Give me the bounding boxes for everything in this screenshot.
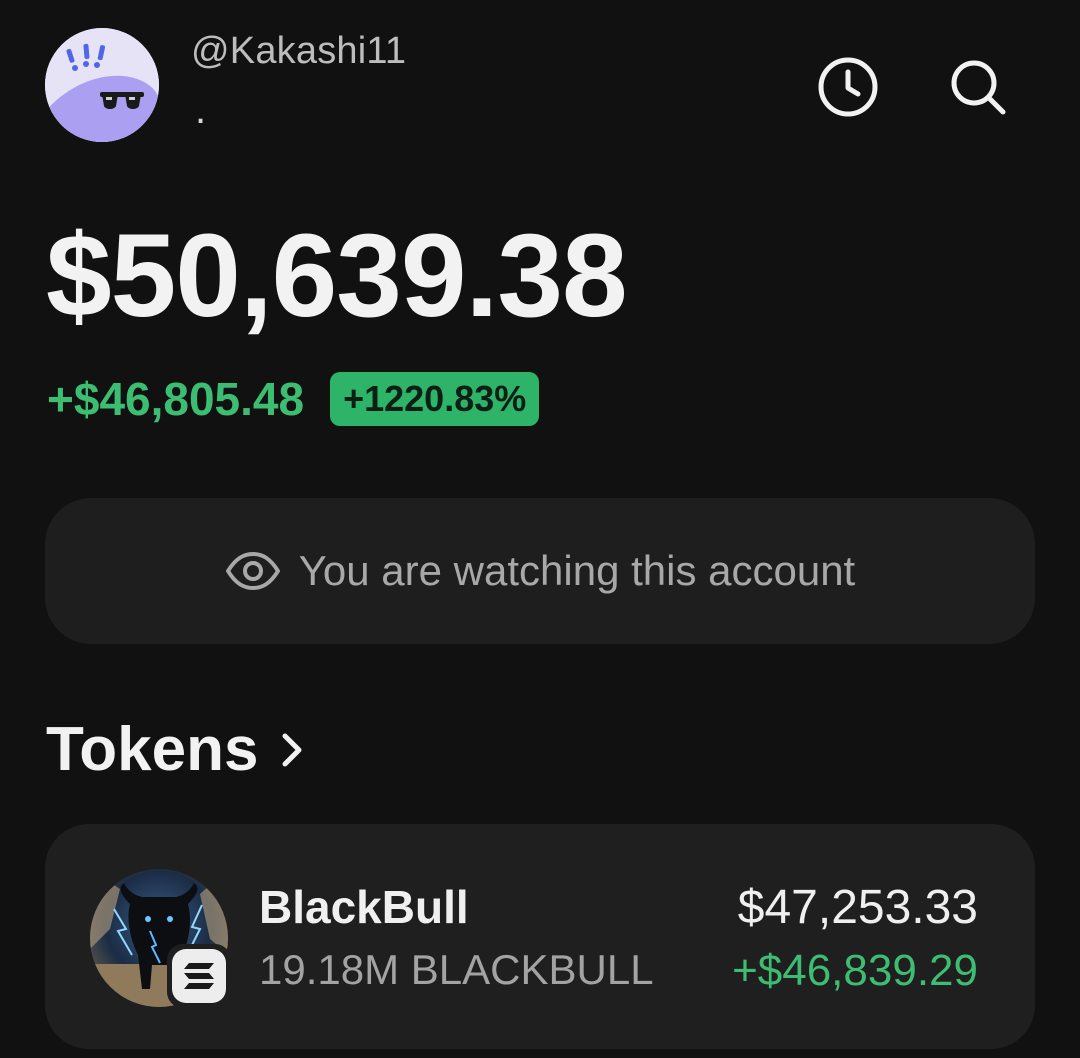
clock-icon [818, 57, 878, 117]
change-percent-badge: +1220.83% [330, 372, 540, 426]
token-value: $47,253.33 [737, 881, 978, 934]
solana-chain-badge [167, 944, 231, 1008]
change-amount: +$46,805.48 [47, 373, 305, 425]
tokens-section-title: Tokens [46, 715, 259, 784]
search-icon [951, 60, 1006, 115]
watching-account-text: You are watching this account [298, 547, 856, 594]
token-pnl: +$46,839.29 [732, 946, 978, 995]
solana-icon [184, 963, 214, 989]
account-avatar[interactable] [45, 28, 159, 142]
account-header: @Kakashi11 . [45, 28, 1035, 143]
portfolio-change: +$46,805.48 +1220.83% [47, 370, 540, 428]
portfolio-balance: $50,639.38 [46, 210, 628, 342]
token-row-blackbull[interactable]: BlackBull 19.18M BLACKBULL $47,253.33 +$… [45, 824, 1035, 1049]
eye-icon [225, 552, 280, 590]
search-button[interactable] [945, 54, 1011, 120]
token-amount: 19.18M BLACKBULL [259, 946, 654, 993]
account-subtitle: . [195, 88, 207, 132]
tokens-section-header[interactable]: Tokens [46, 714, 304, 785]
history-button[interactable] [815, 54, 881, 120]
chevron-right-icon [280, 730, 304, 770]
token-name: BlackBull [259, 881, 469, 933]
account-username: @Kakashi11 [191, 30, 407, 72]
watching-account-banner: You are watching this account [45, 498, 1035, 644]
sunglasses-avatar-icon [45, 28, 159, 142]
